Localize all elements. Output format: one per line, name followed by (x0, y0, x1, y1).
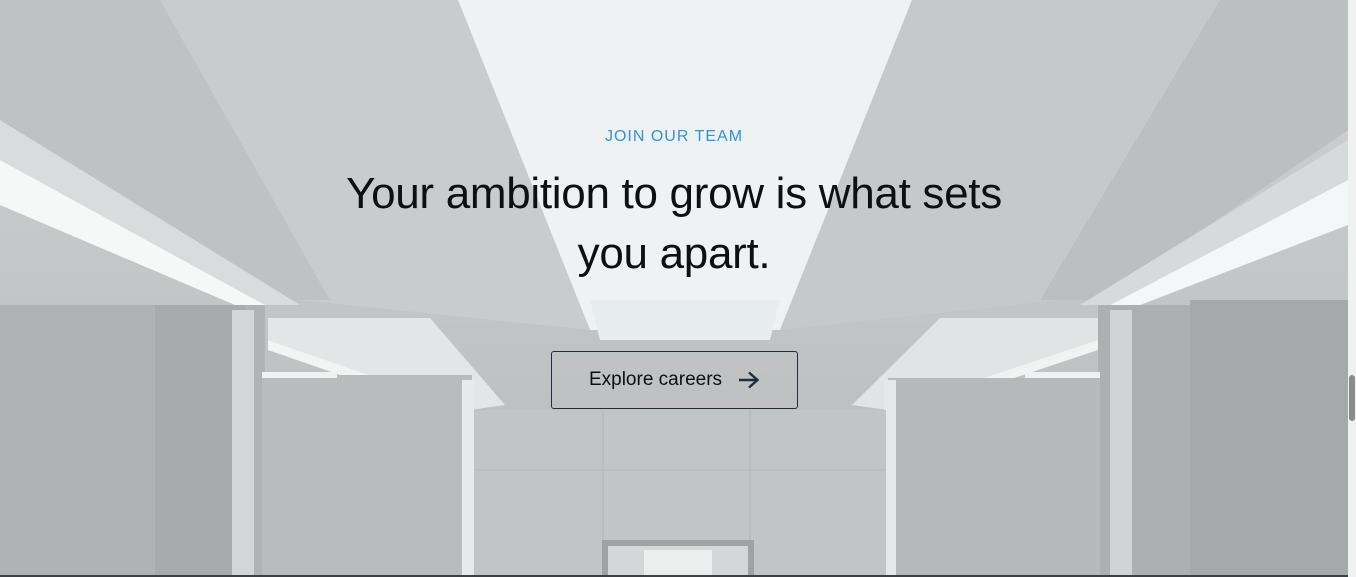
scrollbar-thumb[interactable] (1349, 375, 1355, 421)
page-scrollbar[interactable] (1348, 0, 1356, 577)
explore-careers-label: Explore careers (588, 369, 723, 390)
hero-headline: Your ambition to grow is what sets you a… (346, 169, 1002, 278)
hero-section: JOIN OUR TEAM Your ambition to grow is w… (0, 0, 1348, 577)
eyebrow-label: JOIN OUR TEAM (604, 128, 744, 145)
arrow-right-icon (739, 371, 760, 389)
explore-careers-button[interactable]: Explore careers (551, 351, 798, 409)
corridor-background-image (0, 0, 1348, 577)
